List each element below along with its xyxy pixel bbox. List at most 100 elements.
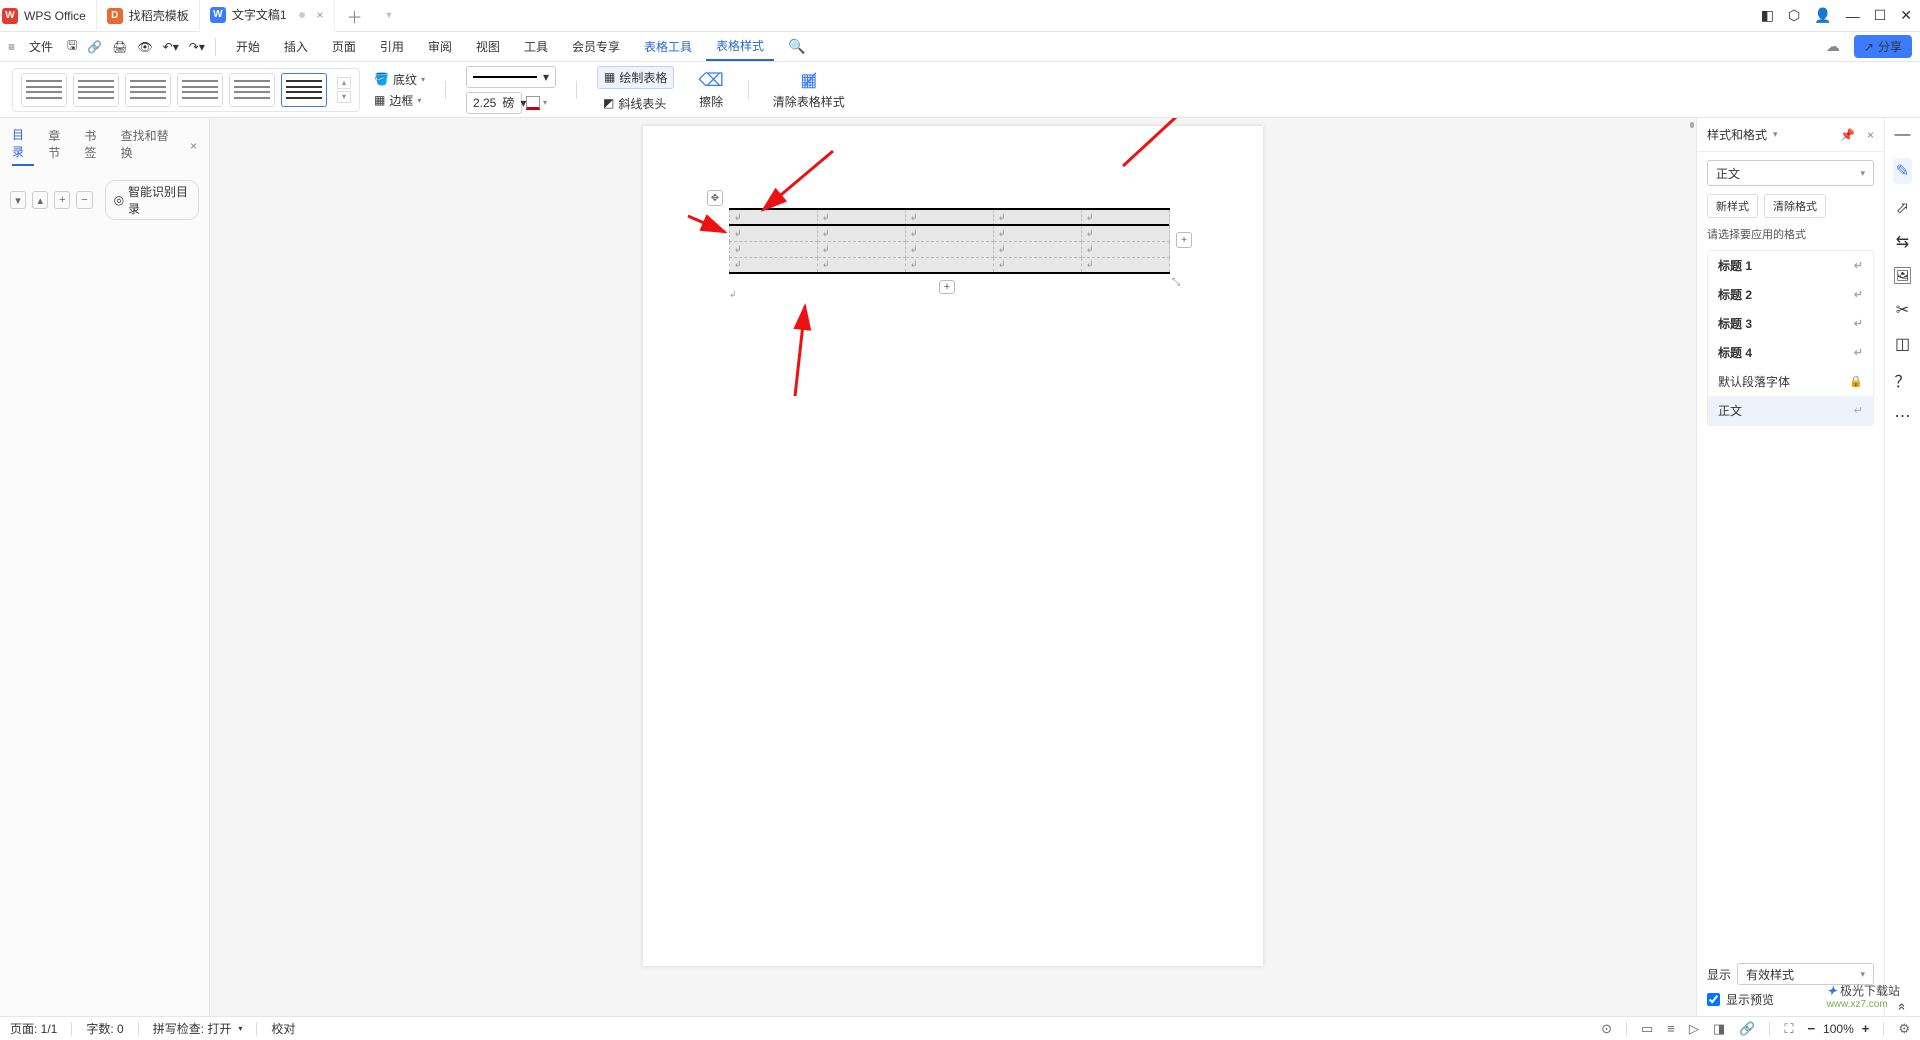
nav-tab-find[interactable]: 查找和替换 [121,127,176,165]
menu-icon[interactable]: ≡ [8,40,15,54]
remove-entry-button[interactable]: − [76,191,92,209]
table[interactable]: ↲↲↲↲↲ ↲↲↲↲↲ ↲↲↲↲↲ ↲↲↲↲↲ [729,208,1170,274]
undo-button[interactable]: ↶▾ [163,40,179,54]
menu-tools[interactable]: 工具 [514,32,558,61]
menu-view[interactable]: 视图 [466,32,510,61]
word-count[interactable]: 字数: 0 [86,1020,123,1037]
style-heading4[interactable]: 标题 4↵ [1708,338,1873,367]
shading-dropdown[interactable]: 🪣底纹▾ [374,71,425,88]
tab-document[interactable]: W 文字文稿1 × [200,0,335,32]
rail-layout-icon[interactable]: ◫ [1895,334,1910,354]
gallery-down-icon[interactable]: ▾ [337,91,351,103]
close-window-button[interactable]: ✕ [1900,7,1912,24]
settings-icon[interactable]: ⚙ [1898,1021,1910,1037]
minimize-button[interactable]: — [1846,8,1860,24]
view-web-icon[interactable]: ◨ [1713,1021,1725,1037]
styles-close-button[interactable]: × [1867,128,1874,142]
maximize-button[interactable]: ☐ [1874,7,1887,24]
nav-tab-toc[interactable]: 目录 [12,126,34,166]
cube-icon[interactable]: ⬡ [1788,7,1800,24]
style-heading3[interactable]: 标题 3↵ [1708,309,1873,338]
spellcheck-status[interactable]: 拼写检查: 打开▾ [153,1020,243,1037]
gallery-up-icon[interactable]: ▴ [337,77,351,89]
zoom-in-button[interactable]: + [1862,1021,1870,1036]
rail-styles-icon[interactable]: ✎ [1893,158,1912,184]
menu-vip[interactable]: 会员专享 [562,32,630,61]
link-save-icon[interactable]: 🔗 [87,40,102,54]
search-icon[interactable]: 🔍 [778,38,815,55]
rail-transform-icon[interactable]: ⇆ [1896,232,1909,252]
save-icon[interactable]: 🖫 [67,36,77,57]
line-color-dropdown[interactable]: ▾ [526,96,547,110]
table-style-swatch-selected[interactable] [281,73,327,107]
clear-format-button[interactable]: 清除格式 [1764,194,1826,218]
nav-tab-sections[interactable]: 章节 [48,127,70,165]
tab-templates[interactable]: D 找稻壳模板 [97,0,200,32]
print-preview-icon[interactable]: 👁 [137,40,152,54]
cloud-sync-icon[interactable]: ☁ [1826,38,1840,55]
rail-image-icon[interactable]: 🖼 [1892,266,1912,286]
print-icon[interactable]: 🖨 [112,40,127,54]
draw-table-button[interactable]: ▦绘制表格 [597,66,674,89]
document-area[interactable]: ✥ ↲↲↲↲↲ ↲↲↲↲↲ ↲↲↲↲↲ ↲↲↲↲↲ + + ⤡ ↲ [210,118,1696,1016]
avatar-icon[interactable]: 👤 [1814,7,1831,24]
fit-width-icon[interactable]: ⛶ [1784,1021,1793,1037]
table-style-swatch[interactable] [21,73,67,107]
rail-tools-icon[interactable]: ✂ [1896,300,1909,320]
new-tab-button[interactable]: ＋ [335,4,375,28]
rail-more-icon[interactable]: ⋯ [1895,406,1911,426]
style-body[interactable]: 正文↵ [1708,396,1873,425]
table-move-handle[interactable]: ✥ [707,190,723,206]
menu-start[interactable]: 开始 [226,32,270,61]
nav-close-button[interactable]: × [190,139,197,153]
app-tab[interactable]: W WPS Office [0,0,97,32]
new-style-button[interactable]: 新样式 [1707,194,1758,218]
redo-button[interactable]: ↷▾ [189,40,205,54]
current-style-dropdown[interactable]: 正文▾ [1707,160,1874,186]
pin-icon[interactable]: 📌 [1840,128,1855,142]
menu-insert[interactable]: 插入 [274,32,318,61]
tab-menu-button[interactable]: ▾ [375,10,404,21]
style-gallery[interactable]: ▴ ▾ [12,68,360,112]
menu-table-style[interactable]: 表格样式 [706,32,774,61]
menu-reference[interactable]: 引用 [370,32,414,61]
table-style-swatch[interactable] [229,73,275,107]
rail-help-icon[interactable]: ？ [1894,368,1910,392]
zoom-value[interactable]: 100% [1823,1022,1854,1036]
vertical-scrollbar[interactable] [1684,118,1696,1016]
add-row-handle[interactable]: + [939,280,955,294]
panel-icon[interactable]: ◧ [1761,7,1774,24]
zoom-out-button[interactable]: − [1807,1021,1815,1036]
clear-table-style-button[interactable]: ▦̸ 清除表格样式 [763,70,855,110]
diagonal-header-button[interactable]: ◩斜线表头 [597,93,672,114]
style-heading2[interactable]: 标题 2↵ [1708,280,1873,309]
file-menu[interactable]: 文件 [19,32,63,61]
share-button[interactable]: ↗ 分享 [1854,35,1912,58]
tab-close-button[interactable]: × [317,8,324,22]
move-up-button[interactable]: ▴ [32,191,48,209]
erase-button[interactable]: ⌫ 擦除 [688,70,733,110]
page-indicator[interactable]: 页面: 1/1 [10,1020,57,1037]
line-weight-dropdown[interactable]: 2.25磅▾ [466,92,522,114]
table-style-swatch[interactable] [73,73,119,107]
style-heading1[interactable]: 标题 1↵ [1708,251,1873,280]
border-dropdown[interactable]: ▦边框▾ [374,92,425,109]
table-object[interactable]: ✥ ↲↲↲↲↲ ↲↲↲↲↲ ↲↲↲↲↲ ↲↲↲↲↲ + + ⤡ ↲ [729,208,1170,274]
menu-page[interactable]: 页面 [322,32,366,61]
smart-toc-button[interactable]: ◎智能识别目录 [105,180,199,220]
rail-select-icon[interactable]: ⬀ [1896,198,1909,218]
line-style-dropdown[interactable]: ▾ [466,66,556,88]
collapse-ribbon-icon[interactable]: — [1895,126,1911,144]
nav-tab-bookmarks[interactable]: 书签 [84,127,106,165]
table-style-swatch[interactable] [125,73,171,107]
collapse-button[interactable]: ▾ [10,191,26,209]
table-style-swatch[interactable] [177,73,223,107]
view-link-icon[interactable]: 🔗 [1739,1021,1755,1037]
proof-status[interactable]: 校对 [271,1020,295,1037]
view-outline-icon[interactable]: ≡ [1667,1021,1675,1036]
style-default-para[interactable]: 默认段落字体🔒 [1708,367,1873,396]
menu-review[interactable]: 审阅 [418,32,462,61]
add-column-handle[interactable]: + [1176,232,1192,248]
add-entry-button[interactable]: + [54,191,70,209]
view-read-icon[interactable]: ▷ [1689,1021,1699,1037]
